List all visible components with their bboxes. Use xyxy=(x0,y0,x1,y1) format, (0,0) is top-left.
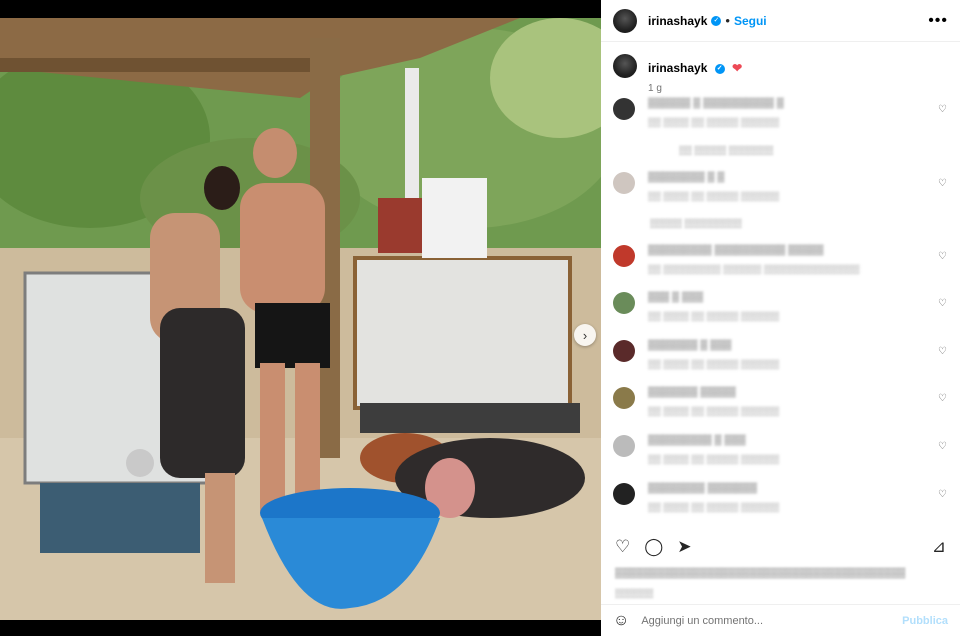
comment-text: ▒▒▒▒▒▒▒▒▒ ▒ ▒▒▒ xyxy=(648,435,746,446)
post-photo[interactable]: › xyxy=(0,18,601,620)
comment-icon[interactable]: ◯ xyxy=(644,537,663,557)
comment-text: ▒▒▒▒▒▒▒ ▒▒▒▒▒ xyxy=(648,387,736,398)
comment-meta[interactable]: ▒▒ ▒▒▒▒ ▒▒ ▒▒▒▒▒ ▒▒▒▒▒▒ xyxy=(648,311,779,321)
comment-row: ▒▒▒▒▒▒▒▒▒ ▒ ▒▒▒ ▒▒ ▒▒▒▒ ▒▒ ▒▒▒▒▒ ▒▒▒▒▒▒ … xyxy=(613,435,953,464)
comment-meta[interactable]: ▒▒ ▒▒▒▒ ▒▒ ▒▒▒▒▒ ▒▒▒▒▒▒ xyxy=(648,406,779,416)
comment-meta[interactable]: ▒▒ ▒▒▒▒▒▒▒▒▒ ▒▒▒▒▒▒ ▒▒▒▒▒▒▒▒▒▒▒▒▒▒▒ xyxy=(648,264,860,274)
comment-meta[interactable]: ▒▒ ▒▒▒▒ ▒▒ ▒▒▒▒▒ ▒▒▒▒▒▒ xyxy=(648,117,784,127)
comment-like-icon[interactable]: ♡ xyxy=(938,298,947,309)
comment-meta[interactable]: ▒▒ ▒▒▒▒ ▒▒ ▒▒▒▒▒ ▒▒▒▒▒▒ xyxy=(648,454,779,464)
post-side-panel: irinashayk ✓ • Segui ••• irinashayk ✓ ❤ … xyxy=(601,0,960,636)
view-replies-link[interactable]: ▒▒▒▒▒ ▒▒▒▒▒▒▒▒▒ xyxy=(650,218,742,228)
verified-badge-icon: ✓ xyxy=(711,15,722,26)
comment-meta[interactable]: ▒▒ ▒▒▒▒ ▒▒ ▒▒▒▒▒ ▒▒▒▒▒▒ xyxy=(648,359,779,369)
comment-input[interactable] xyxy=(641,614,882,627)
comment-meta[interactable]: ▒▒ ▒▒▒▒ ▒▒ ▒▒▒▒▒ ▒▒▒▒▒▒ xyxy=(648,502,779,512)
comment-meta[interactable]: ▒▒ ▒▒▒▒ ▒▒ ▒▒▒▒▒ ▒▒▒▒▒▒ xyxy=(648,191,779,201)
emoji-icon[interactable]: ☺ xyxy=(613,612,629,630)
publish-button[interactable]: Pubblica xyxy=(902,615,948,627)
photo-scene xyxy=(0,18,601,620)
comment-like-icon[interactable]: ♡ xyxy=(938,178,947,189)
caption-avatar[interactable] xyxy=(613,54,637,78)
save-icon[interactable]: ⊿ xyxy=(932,537,946,557)
comment-avatar[interactable] xyxy=(613,172,635,194)
comment-like-icon[interactable]: ♡ xyxy=(938,251,947,262)
verified-badge-icon: ✓ xyxy=(714,63,725,74)
comment-avatar[interactable] xyxy=(613,340,635,362)
comments-list[interactable]: irinashayk ✓ ❤ 1 g ▒▒▒▒▒▒ ▒ ▒▒▒▒▒▒▒▒▒▒ ▒… xyxy=(601,42,960,532)
likes-count[interactable]: ▒▒▒▒▒▒▒▒▒▒▒▒▒▒▒▒▒▒▒▒▒▒▒▒▒▒▒▒▒▒▒▒▒▒▒▒▒▒▒▒… xyxy=(615,568,905,579)
comment-row: ▒▒▒▒▒▒▒ ▒ ▒▒▒ ▒▒ ▒▒▒▒ ▒▒ ▒▒▒▒▒ ▒▒▒▒▒▒ ♡ xyxy=(613,340,953,369)
avatar[interactable] xyxy=(613,8,637,33)
comment-text: ▒▒▒▒▒▒▒▒ ▒▒▒▒▒▒▒ xyxy=(648,483,758,494)
comment-avatar[interactable] xyxy=(613,98,635,120)
comment-like-icon[interactable]: ♡ xyxy=(938,441,947,452)
comment-avatar[interactable] xyxy=(613,435,635,457)
more-options-icon[interactable]: ••• xyxy=(928,12,948,30)
post-header: irinashayk ✓ • Segui ••• xyxy=(601,0,960,42)
caption-text: ❤ xyxy=(732,61,743,75)
post-actions-bar: ♡ ◯ ➤ ⊿ xyxy=(601,532,960,562)
post-date: ▒▒▒▒▒▒ xyxy=(615,588,654,598)
comment-row: ▒▒▒ ▒ ▒▒▒ ▒▒ ▒▒▒▒ ▒▒ ▒▒▒▒▒ ▒▒▒▒▒▒ ♡ xyxy=(613,292,953,321)
caption-username[interactable]: irinashayk xyxy=(648,61,707,75)
like-icon[interactable]: ♡ xyxy=(615,537,630,557)
share-icon[interactable]: ➤ xyxy=(677,537,691,557)
comment-text: ▒▒▒▒▒▒▒ ▒ ▒▒▒ xyxy=(648,340,732,351)
comment-text: ▒▒▒▒▒▒ ▒ ▒▒▒▒▒▒▒▒▒▒ ▒ xyxy=(648,98,784,109)
comment-row: ▒▒▒▒▒▒▒▒ ▒ ▒ ▒▒ ▒▒▒▒ ▒▒ ▒▒▒▒▒ ▒▒▒▒▒▒ ♡ xyxy=(613,172,953,201)
comment-row: ▒▒▒▒▒▒▒▒▒ ▒▒▒▒▒▒▒▒▒▒ ▒▒▒▒▒ ▒▒ ▒▒▒▒▒▒▒▒▒ … xyxy=(613,245,953,274)
header-username[interactable]: irinashayk xyxy=(648,14,707,28)
comment-avatar[interactable] xyxy=(613,483,635,505)
carousel-next-button[interactable]: › xyxy=(574,324,596,346)
caption-time: 1 g xyxy=(648,83,662,94)
comment-like-icon[interactable]: ♡ xyxy=(938,489,947,500)
post-caption: irinashayk ✓ ❤ 1 g xyxy=(601,42,960,94)
comment-row: ▒▒▒▒▒▒▒ ▒▒▒▒▒ ▒▒ ▒▒▒▒ ▒▒ ▒▒▒▒▒ ▒▒▒▒▒▒ ♡ xyxy=(613,387,953,416)
comment-row: ▒▒▒▒▒▒▒▒ ▒▒▒▒▒▒▒ ▒▒ ▒▒▒▒ ▒▒ ▒▒▒▒▒ ▒▒▒▒▒▒… xyxy=(613,483,953,512)
comment-avatar[interactable] xyxy=(613,387,635,409)
add-comment-bar: ☺ Pubblica xyxy=(601,604,960,636)
comment-text: ▒▒▒ ▒ ▒▒▒ xyxy=(648,292,704,303)
comment-like-icon[interactable]: ♡ xyxy=(938,104,947,115)
comment-like-icon[interactable]: ♡ xyxy=(938,346,947,357)
follow-button[interactable]: Segui xyxy=(734,14,767,28)
comment-avatar[interactable] xyxy=(613,292,635,314)
comment-row: ▒▒▒▒▒▒ ▒ ▒▒▒▒▒▒▒▒▒▒ ▒ ▒▒ ▒▒▒▒ ▒▒ ▒▒▒▒▒ ▒… xyxy=(613,98,953,127)
view-replies-link[interactable]: ▒▒ ▒▒▒▒▒ ▒▒▒▒▒▒▒ xyxy=(679,145,773,155)
comment-text: ▒▒▒▒▒▒▒▒▒ ▒▒▒▒▒▒▒▒▒▒ ▒▒▒▒▒ xyxy=(648,245,824,256)
separator-dot: • xyxy=(725,13,730,28)
comment-like-icon[interactable]: ♡ xyxy=(938,393,947,404)
comment-avatar[interactable] xyxy=(613,245,635,267)
comment-text: ▒▒▒▒▒▒▒▒ ▒ ▒ xyxy=(648,172,725,183)
